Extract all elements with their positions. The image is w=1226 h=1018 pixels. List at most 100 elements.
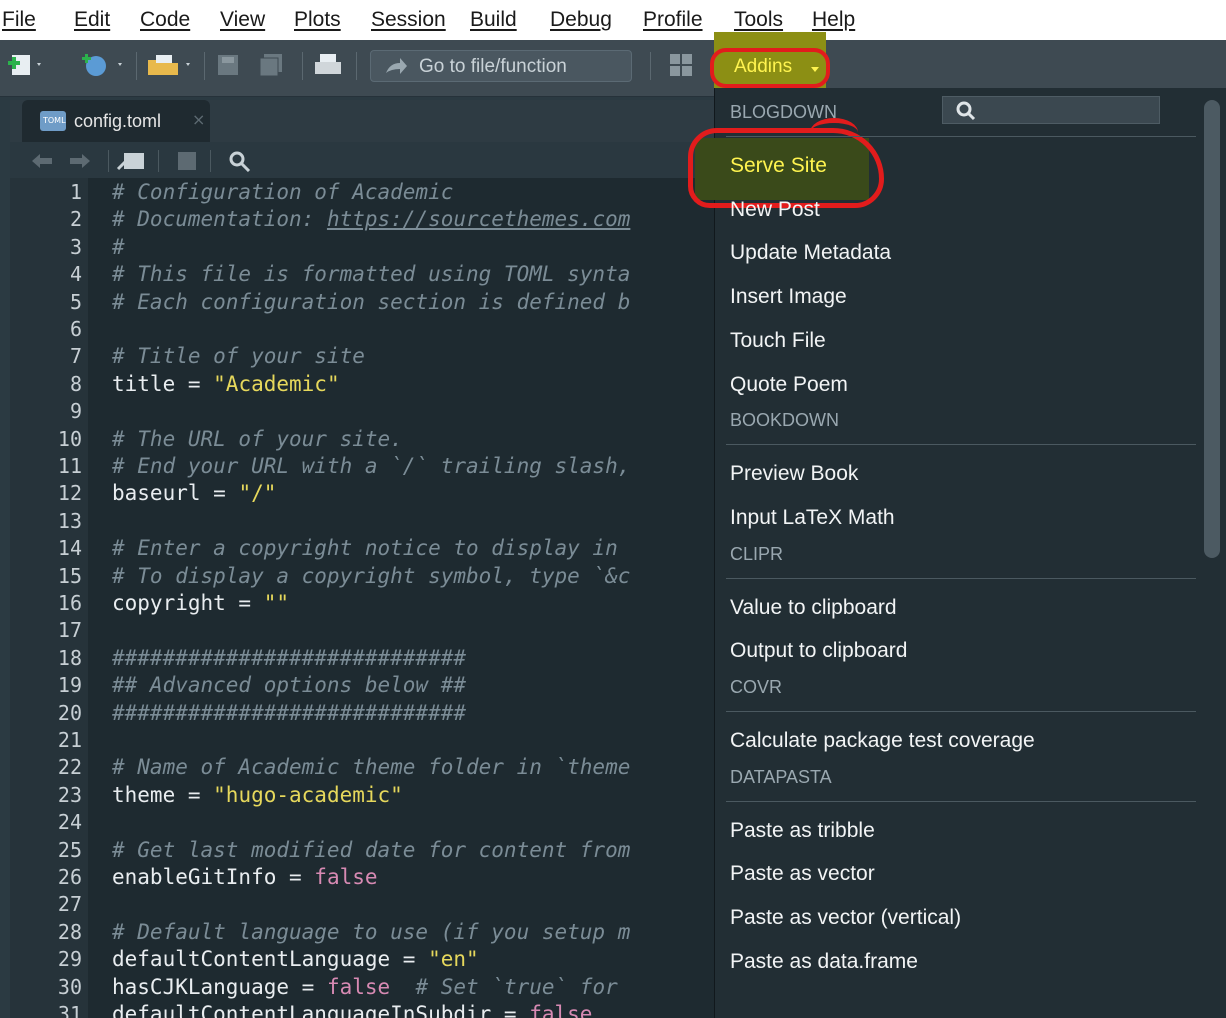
show-in-window-icon[interactable] [116, 150, 148, 172]
code-token: ## Advanced options below ## [112, 673, 467, 698]
addins-caret-icon [811, 67, 819, 72]
code-line[interactable]: # This file is formatted using TOML synt… [112, 262, 630, 286]
dropdown-scrollbar[interactable] [1204, 100, 1220, 558]
line-number: 29 [57, 947, 82, 972]
line-number: 13 [57, 508, 82, 533]
menu-view[interactable]: View [220, 8, 265, 32]
code-line[interactable]: # The URL of your site. [112, 427, 403, 451]
addins-group-header: BOOKDOWN [730, 410, 840, 431]
code-line[interactable]: hasCJKLanguage = false # Set `true` for [112, 975, 618, 999]
menu-edit[interactable]: Edit [74, 8, 110, 32]
save-icon[interactable] [214, 52, 244, 78]
code-line[interactable]: baseurl = "/" [112, 481, 276, 505]
addins-item-update-metadata[interactable]: Update Metadata [730, 241, 891, 265]
code-line[interactable]: ## Advanced options below ## [112, 673, 466, 697]
addins-item-touch-file[interactable]: Touch File [730, 329, 826, 353]
line-number: 28 [57, 919, 82, 944]
menubar: File Edit Code View Plots Session Build … [0, 0, 1226, 40]
addins-item-serve-site[interactable]: Serve Site [730, 154, 827, 178]
code-line[interactable]: # Each configuration section is defined … [112, 290, 630, 314]
code-line[interactable]: # End your URL with a `/` trailing slash… [112, 454, 630, 478]
addins-item-paste-as-tribble[interactable]: Paste as tribble [730, 819, 875, 843]
addins-item-value-to-clipboard[interactable]: Value to clipboard [730, 596, 897, 620]
code-token: # Default language to use (if you setup … [112, 919, 631, 944]
code-token: defaultContentLanguageInSubdir = [112, 1002, 530, 1018]
addins-item-new-post[interactable]: New Post [730, 198, 820, 222]
code-token: title = [112, 371, 214, 396]
addins-item-calculate-package-test-coverage[interactable]: Calculate package test coverage [730, 729, 1035, 753]
line-number: 25 [57, 837, 82, 862]
addins-item-quote-poem[interactable]: Quote Poem [730, 373, 848, 397]
group-divider [726, 444, 1196, 446]
addins-button[interactable]: Addins [734, 56, 792, 78]
new-file-icon[interactable] [6, 52, 46, 78]
code-token: baseurl = [112, 481, 239, 506]
code-line[interactable]: # Documentation: https://sourcethemes.co… [112, 207, 630, 231]
menu-debug[interactable]: Debug [550, 8, 612, 32]
code-line[interactable]: defaultContentLanguage = "en" [112, 947, 479, 971]
addins-group-header: BLOGDOWN [730, 102, 838, 122]
addins-group-header: DATAPASTA [730, 766, 832, 787]
addins-item-paste-as-vector[interactable]: Paste as vector [730, 862, 875, 886]
line-number: 4 [69, 262, 82, 287]
new-project-icon[interactable] [80, 52, 128, 78]
code-token: # The URL of your site. [112, 426, 403, 451]
addins-item-input-latex-math[interactable]: Input LaTeX Math [730, 506, 895, 530]
code-line[interactable]: # Configuration of Academic [112, 180, 453, 204]
code-token: false [326, 974, 391, 999]
line-number: 20 [57, 700, 82, 725]
addins-search-input[interactable] [942, 96, 1160, 124]
code-token: "/" [238, 481, 277, 506]
code-token: # Set `true` for [390, 974, 618, 999]
addins-item-output-to-clipboard[interactable]: Output to clipboard [730, 639, 907, 663]
toml-file-icon: TOML [40, 111, 66, 131]
back-forward-icon[interactable] [30, 152, 92, 170]
code-token[interactable]: https://sourcethemes.com [327, 207, 630, 231]
addins-item-paste-as-data-frame[interactable]: Paste as data.frame [730, 950, 918, 974]
code-token: # Title of your site [112, 344, 365, 369]
search-icon [956, 101, 976, 121]
code-line[interactable]: ############################ [112, 646, 466, 670]
addins-item-insert-image[interactable]: Insert Image [730, 285, 847, 309]
code-line[interactable]: # Enter a copyright notice to display in [112, 536, 618, 560]
code-line[interactable]: # Title of your site [112, 344, 365, 368]
line-number: 16 [57, 591, 82, 615]
code-line[interactable]: # Name of Academic theme folder in `them… [112, 755, 630, 779]
save-file-icon[interactable] [176, 150, 198, 172]
menu-file[interactable]: File [2, 8, 36, 32]
addins-item-paste-as-vector-vertical[interactable]: Paste as vector (vertical) [730, 906, 961, 930]
menu-session[interactable]: Session [371, 8, 446, 32]
addins-item-preview-book[interactable]: Preview Book [730, 462, 858, 486]
menu-code[interactable]: Code [140, 8, 190, 32]
code-token: # Name of Academic theme folder in `them… [112, 755, 631, 780]
menu-plots[interactable]: Plots [294, 8, 341, 32]
menu-build[interactable]: Build [470, 8, 517, 32]
code-line[interactable]: # To display a copyright symbol, type `&… [112, 564, 630, 588]
open-folder-icon[interactable] [146, 52, 198, 78]
tab-config-toml[interactable]: TOML config.toml × [22, 100, 210, 142]
go-to-file-input[interactable]: Go to file/function [370, 50, 632, 82]
code-token: # Enter a copyright notice to display in [112, 536, 618, 561]
close-tab-icon[interactable]: × [192, 110, 205, 129]
code-line[interactable]: ############################ [112, 701, 466, 725]
code-line[interactable]: copyright = "" [112, 591, 289, 615]
code-line[interactable]: defaultContentLanguageInSubdir = false [112, 1002, 592, 1018]
menu-tools[interactable]: Tools [734, 8, 783, 32]
go-to-file-label: Go to file/function [419, 56, 567, 77]
menu-profile[interactable]: Profile [643, 8, 703, 32]
tab-label: config.toml [74, 111, 162, 131]
code-line[interactable]: # [112, 235, 125, 259]
code-line[interactable]: theme = "hugo-academic" [112, 783, 403, 807]
workspace-panes-icon[interactable] [668, 52, 694, 78]
print-icon[interactable] [312, 52, 346, 78]
find-replace-icon[interactable] [228, 150, 252, 172]
code-line[interactable]: # Get last modified date for content fro… [112, 838, 630, 862]
code-line[interactable]: # Default language to use (if you setup … [112, 920, 630, 944]
code-token: defaultContentLanguage = [112, 947, 429, 972]
code-line[interactable]: title = "Academic" [112, 372, 340, 396]
menu-help[interactable]: Help [812, 8, 855, 32]
code-token: hasCJKLanguage = [112, 974, 327, 999]
save-all-icon[interactable] [256, 52, 290, 78]
code-line[interactable]: enableGitInfo = false [112, 865, 378, 889]
line-number: 12 [57, 481, 82, 506]
